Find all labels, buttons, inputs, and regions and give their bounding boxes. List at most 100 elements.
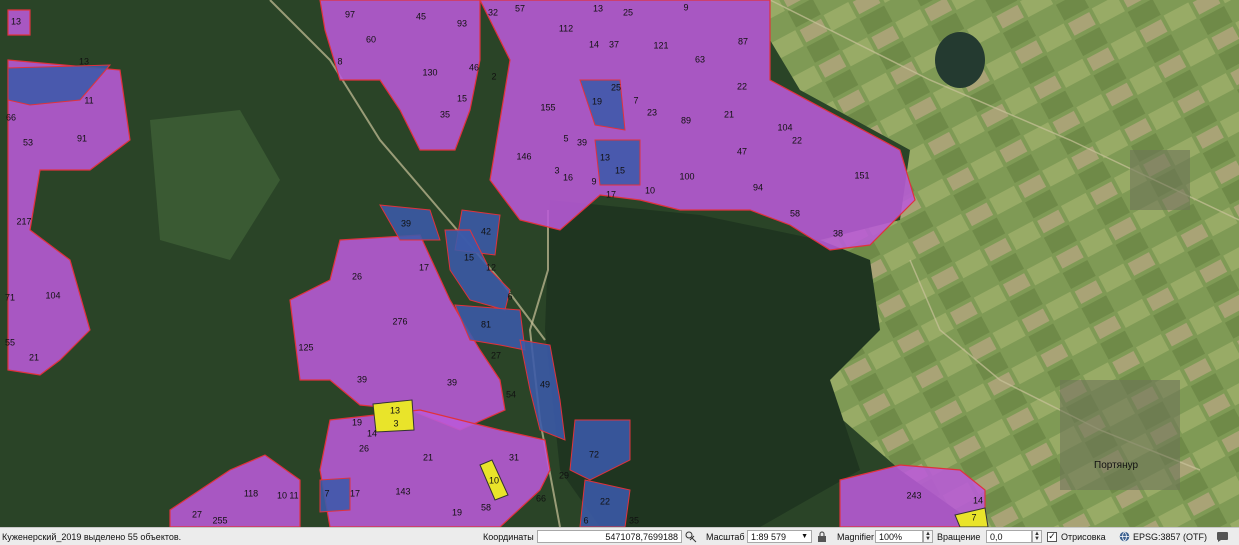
rotation-field[interactable]: 0,0 [986,530,1032,543]
parcel-label: 16 [563,172,573,182]
parcel-label: 21 [29,352,39,362]
parcel-label: 11 [84,95,93,105]
parcel-label: 100 [679,171,694,181]
village-area [1060,380,1180,490]
parcel-label: 71 [5,292,15,302]
parcel-label: 13 [600,152,610,162]
parcel-label: 14 [973,495,983,505]
parcel-label: 17 [419,262,429,272]
parcel-label: 14 [589,39,599,49]
parcel-label: 27 [491,350,501,360]
parcel-label: 35 [440,109,450,119]
parcel-label: 15 [615,165,625,175]
parcel-label: 39 [357,374,367,384]
parcel-label: 8 [337,56,342,66]
render-checkbox[interactable]: ✓ [1047,531,1057,542]
scale-combo[interactable]: 1:89 579 ▼ [747,530,812,543]
parcel-label: 143 [395,486,410,496]
parcel-label: 31 [509,452,519,462]
parcel-label: 29 [559,470,569,480]
parcel-label: 63 [695,54,705,64]
parcel-label: 9 [591,176,596,186]
parcel-label: 5 [563,133,568,143]
parcel-label: 49 [540,379,550,389]
parcel-label: 255 [212,515,227,525]
parcel-label: 19 [352,417,362,427]
parcel-label: 130 [422,67,437,77]
lock-icon[interactable] [817,528,827,545]
scale-value: 1:89 579 [751,531,787,542]
coords-field[interactable]: 5471078,7699188 [537,530,682,543]
parcel-label: 66 [6,112,16,122]
parcel-label: 60 [366,34,376,44]
parcel-label: 118 [244,488,258,498]
parcel-label: 146 [516,151,531,161]
crs-button[interactable]: EPSG:3857 (OTF) [1119,528,1207,545]
render-label: Отрисовка [1061,531,1106,542]
parcel-label: 58 [790,208,800,218]
parcel-label: 6 [507,291,512,301]
parcel-label: 93 [457,18,467,28]
coords-toggle-icon[interactable] [685,528,697,545]
chevron-down-icon[interactable]: ▼ [801,533,808,540]
parcel-label: 25 [623,7,633,17]
parcel-label: 6 [583,515,588,525]
parcel-label: 9 [683,2,688,12]
coords-label: Координаты [483,531,534,542]
parcel-label: 94 [753,182,763,192]
globe-icon [1119,531,1130,542]
parcel-label: 17 [606,189,616,199]
parcel-label: 155 [540,102,555,112]
parcel-label: 3 [554,165,559,175]
magnifier-spin[interactable]: ▲ ▼ [923,530,933,543]
parcel-label: 42 [481,226,491,236]
parcel-label: 121 [653,40,668,50]
parcel-label: 13 [593,3,603,13]
parcel-label: 26 [359,443,369,453]
parcel-label: 39 [577,137,587,147]
parcel-label: 15 [457,93,467,103]
status-bar: Куженерский_2019 выделено 55 объектов. К… [0,527,1239,545]
parcel-label: 46 [469,62,479,72]
parcel-label: 12 [486,262,496,272]
parcel-blue-i[interactable] [594,139,641,186]
parcel-label: 19 [452,507,462,517]
parcel-label: 19 [592,96,602,106]
parcel-label: 58 [481,502,491,512]
parcel-label: 10 [489,475,499,485]
parcel-label: 54 [506,389,516,399]
pond [935,32,985,88]
rotation-label: Вращение [937,531,981,542]
place-label: Портянур [1094,460,1138,471]
parcel-label: 104 [777,122,792,132]
parcel-label: 10 [277,490,287,500]
parcel-label: 22 [600,496,610,506]
messages-icon[interactable] [1216,528,1229,545]
parcel-label: 53 [23,137,33,147]
parcel-label: 17 [350,488,360,498]
parcel-label: 81 [481,319,491,329]
parcel-label: 13 [11,16,21,26]
parcel-label: 47 [737,146,747,156]
parcel-label: 13 [390,405,400,415]
crs-label: EPSG:3857 (OTF) [1133,531,1208,542]
magnifier-field[interactable]: 100% [875,530,923,543]
parcel-label: 11 [289,490,298,500]
parcel-label: 3 [393,418,398,428]
map-canvas[interactable]: 97 45 93 32 57 13 25 9 60 112 14 37 121 87 8 130 46 2 63 25… [0,0,1239,527]
parcel-label: 7 [633,95,638,105]
parcel-label: 35 [629,515,639,525]
parcel-label: 39 [401,218,411,228]
parcel-label: 39 [447,377,457,387]
parcel-label: 21 [724,109,734,119]
parcel-label: 26 [352,271,362,281]
parcel-label: 13 [79,56,89,66]
rotation-spin[interactable]: ▲ ▼ [1032,530,1042,543]
parcel-label: 21 [423,452,433,462]
parcel-label: 97 [345,9,355,19]
parcel-label: 243 [906,490,921,500]
parcel-label: 89 [681,115,691,125]
parcel-label: 7 [971,512,976,522]
selection-message: Куженерский_2019 выделено 55 объектов. [2,531,182,542]
parcel-label: 104 [45,290,60,300]
